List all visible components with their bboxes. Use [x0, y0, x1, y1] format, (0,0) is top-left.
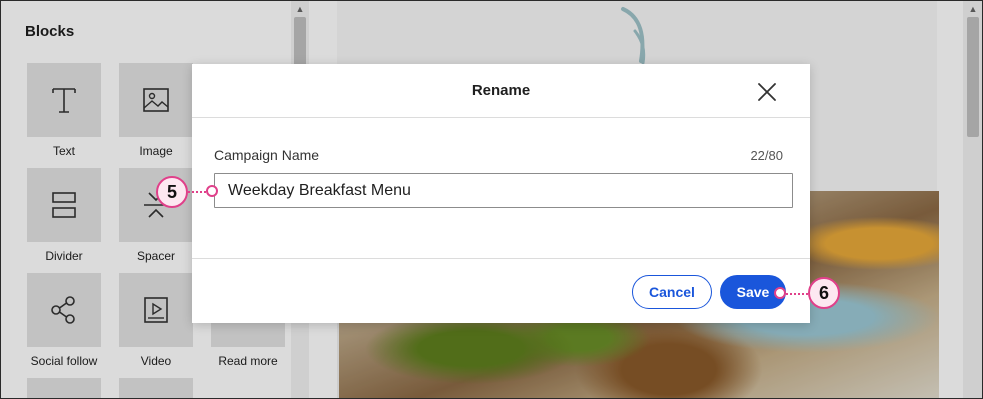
character-count: 22/80: [750, 148, 783, 163]
rename-dialog: Rename Campaign Name 22/80 Cancel Save: [192, 64, 810, 323]
campaign-name-input[interactable]: [214, 173, 793, 208]
callout-marker: [206, 185, 218, 197]
close-button[interactable]: [754, 79, 780, 105]
dialog-title: Rename: [471, 82, 531, 99]
callout-step-6: 6: [808, 277, 840, 309]
app-frame: ▲ Blocks Text Image Divider Spacer Socia…: [0, 0, 983, 399]
callout-marker: [774, 287, 786, 299]
header-divider: [192, 117, 810, 118]
callout-connector: [188, 191, 206, 193]
callout-step-5: 5: [156, 176, 188, 208]
campaign-name-label: Campaign Name: [214, 147, 320, 163]
footer-divider: [192, 258, 810, 259]
callout-connector: [786, 293, 808, 295]
close-icon: [758, 83, 776, 101]
cancel-button[interactable]: Cancel: [632, 275, 712, 309]
